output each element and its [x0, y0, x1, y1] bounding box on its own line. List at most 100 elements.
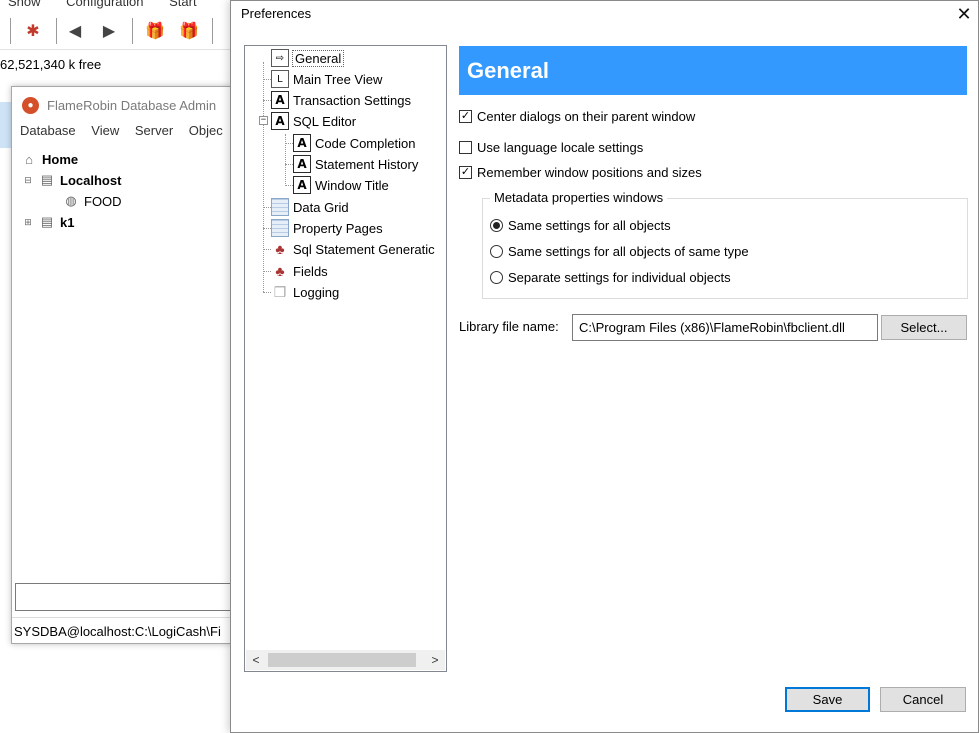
server-icon: ▤ — [40, 214, 54, 229]
left-window-edge — [0, 102, 11, 148]
toolbar-separator — [212, 18, 213, 44]
save-button[interactable]: Save — [785, 687, 870, 712]
toolbar-separator — [132, 18, 133, 44]
checkbox-unchecked-icon[interactable] — [459, 141, 472, 154]
tree-view-icon: L — [271, 70, 289, 88]
text-a-icon: A — [271, 112, 289, 130]
tree-item-sql-editor[interactable]: A SQL Editor — [271, 111, 356, 131]
checkbox-checked-icon[interactable]: ✓ — [459, 110, 472, 123]
tree-item-window-title[interactable]: A Window Title — [293, 175, 389, 195]
tree-food-database[interactable]: ◍ FOOD — [62, 191, 121, 211]
toolbar-separator — [10, 18, 11, 44]
radio-same-settings-all[interactable]: Same settings for all objects — [490, 218, 671, 233]
scroll-right-icon[interactable]: > — [425, 650, 445, 670]
database-icon: ◍ — [65, 193, 77, 208]
menu-view[interactable]: View — [91, 123, 119, 138]
preferences-category-tree: ⇨ General L Main Tree View A Transaction… — [244, 45, 447, 672]
menu-show[interactable]: Show — [8, 0, 41, 9]
menu-configuration[interactable]: Configuration — [66, 0, 143, 9]
shapes-icon: ♣ — [275, 263, 285, 279]
back-arrow-icon[interactable]: ◀ — [64, 20, 86, 42]
radio-selected-icon[interactable] — [490, 219, 503, 232]
tree-connector — [263, 62, 264, 292]
tree-item-fields[interactable]: ♣ Fields — [271, 261, 327, 281]
menu-server[interactable]: Server — [135, 123, 173, 138]
shapes-icon: ♣ — [275, 241, 285, 257]
expand-icon[interactable]: ⊞ — [22, 214, 34, 230]
collapse-icon[interactable]: ⊟ — [22, 172, 34, 188]
text-a-icon: A — [293, 134, 311, 152]
library-file-label: Library file name: — [459, 319, 559, 334]
tree-item-sql-statement-generation[interactable]: ♣ Sql Statement Generatic — [271, 239, 434, 259]
tree-connector — [285, 143, 293, 144]
scrollbar-thumb[interactable] — [268, 653, 416, 667]
gift-icon[interactable]: 🎁 — [144, 20, 166, 42]
tree-connector — [263, 292, 271, 293]
remember-positions-checkbox[interactable]: ✓ Remember window positions and sizes — [459, 165, 702, 180]
tree-horizontal-scrollbar[interactable]: < > — [246, 650, 445, 670]
menu-start[interactable]: Start — [169, 0, 196, 9]
metadata-group-label: Metadata properties windows — [490, 190, 668, 205]
preferences-dialog: Preferences ✕ ⇨ General L Main Tree View… — [230, 0, 979, 733]
language-locale-checkbox[interactable]: Use language locale settings — [459, 140, 643, 155]
gift-open-icon[interactable]: 🎁 — [178, 20, 200, 42]
checkbox-checked-icon[interactable]: ✓ — [459, 166, 472, 179]
tree-item-transaction-settings[interactable]: A Transaction Settings — [271, 90, 411, 110]
cancel-button[interactable]: Cancel — [880, 687, 966, 712]
flamerobin-window: ● FlameRobin Database Admin Database Vie… — [11, 86, 235, 644]
tree-connector — [263, 249, 271, 250]
text-a-icon: A — [293, 176, 311, 194]
tree-connector — [263, 271, 271, 272]
grid-icon — [271, 198, 289, 216]
tree-connector — [263, 79, 271, 80]
flamerobin-title: FlameRobin Database Admin — [47, 97, 217, 113]
collapse-sql-editor-icon[interactable]: − — [259, 116, 268, 125]
tree-item-logging[interactable]: ❒ Logging — [271, 282, 340, 302]
close-icon[interactable]: ✕ — [949, 1, 979, 27]
tree-k1[interactable]: ⊞ ▤ k1 — [22, 212, 74, 232]
background-menubar: Show Configuration Start — [0, 0, 240, 10]
scroll-left-icon[interactable]: < — [246, 650, 266, 670]
center-dialogs-checkbox[interactable]: ✓ Center dialogs on their parent window — [459, 109, 695, 124]
tree-connector — [285, 164, 293, 165]
flamerobin-logo-icon: ● — [22, 96, 39, 114]
text-a-icon: A — [271, 91, 289, 109]
tree-item-code-completion[interactable]: A Code Completion — [293, 133, 415, 153]
text-a-icon: A — [293, 155, 311, 173]
command-input[interactable] — [15, 583, 235, 611]
tree-item-property-pages[interactable]: Property Pages — [271, 218, 383, 238]
radio-unselected-icon[interactable] — [490, 271, 503, 284]
settings-page-icon: ⇨ — [271, 49, 289, 67]
tree-item-general[interactable]: ⇨ General — [271, 48, 345, 68]
home-icon: ⌂ — [25, 151, 33, 167]
tree-localhost[interactable]: ⊟ ▤ Localhost — [22, 170, 121, 190]
menu-object[interactable]: Objec — [189, 123, 223, 138]
radio-unselected-icon[interactable] — [490, 245, 503, 258]
select-library-button[interactable]: Select... — [881, 315, 967, 340]
radio-separate-settings[interactable]: Separate settings for individual objects — [490, 270, 731, 285]
tree-connector — [285, 185, 293, 186]
tree-connector — [263, 207, 271, 208]
library-file-input[interactable]: C:\Program Files (x86)\FlameRobin\fbclie… — [572, 314, 878, 341]
dialog-title: Preferences — [241, 6, 312, 21]
toolbar-separator — [56, 18, 57, 44]
connection-status: SYSDBA@localhost:C:\LogiCash\Fi — [12, 617, 234, 643]
tree-connector — [263, 100, 271, 101]
tree-home[interactable]: ⌂ Home — [20, 149, 78, 169]
tree-item-data-grid[interactable]: Data Grid — [271, 197, 349, 217]
flamerobin-title-bar: ● FlameRobin Database Admin — [22, 95, 216, 115]
tree-connector — [285, 134, 286, 186]
grid-icon — [271, 219, 289, 237]
section-title-banner: General — [459, 46, 967, 95]
background-toolbar: ✱ ◀ ▶ 🎁 🎁 — [0, 12, 232, 50]
forward-arrow-icon[interactable]: ▶ — [98, 20, 120, 42]
tree-item-main-tree-view[interactable]: L Main Tree View — [271, 69, 382, 89]
tree-connector — [263, 228, 271, 229]
free-space-label: 62,521,340 k free — [0, 57, 102, 72]
cube-icon: ❒ — [273, 283, 287, 300]
tree-item-statement-history[interactable]: A Statement History — [293, 154, 418, 174]
server-icon: ▤ — [40, 172, 54, 187]
radio-same-settings-type[interactable]: Same settings for all objects of same ty… — [490, 244, 749, 259]
new-icon[interactable]: ✱ — [22, 20, 44, 42]
menu-database[interactable]: Database — [20, 123, 76, 138]
